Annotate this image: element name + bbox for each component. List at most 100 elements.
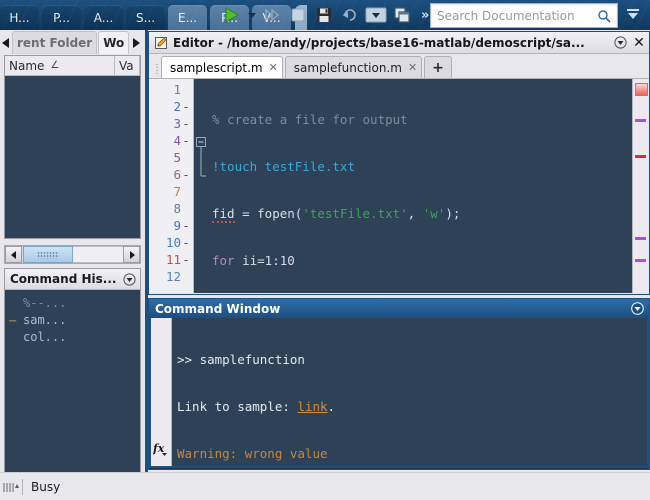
fold-markers-icon	[196, 137, 206, 177]
code-line-4[interactable]: for ii=1:10	[210, 252, 632, 269]
gutter-line: 7	[149, 183, 193, 200]
command-window-title-bar: Command Window	[149, 299, 649, 318]
line-number: 12	[165, 269, 181, 284]
command-window-title: Command Window	[155, 301, 281, 316]
hscroll-thumb[interactable]	[23, 246, 73, 263]
exec-marker[interactable]: -	[181, 252, 191, 267]
code-line-1-text: % create a file for output	[212, 112, 408, 127]
line-number: 3	[173, 116, 181, 131]
command-history-options-button[interactable]	[123, 272, 140, 286]
code-marker-strip[interactable]	[632, 79, 649, 293]
hyperlink[interactable]: link	[297, 399, 327, 414]
tabbar-grip[interactable]	[153, 60, 161, 78]
toolstrip-collapse-button[interactable]	[623, 4, 643, 24]
tab-samplefunction[interactable]: samplefunction.m ✕	[284, 56, 423, 78]
workspace-table-body[interactable]	[5, 76, 140, 238]
output-text: >> samplefunction	[177, 352, 305, 367]
exec-marker[interactable]: -	[181, 235, 191, 250]
matlab-ide-window: H... P... A... S... E... P... V...	[0, 0, 650, 500]
resize-grip-icon[interactable]	[0, 480, 22, 494]
list-item[interactable]: col...	[5, 328, 140, 345]
search-input-placeholder: Search Documentation	[437, 8, 575, 23]
close-icon[interactable]: ✕	[408, 61, 417, 74]
ribbon-tab-apps[interactable]: A...	[84, 5, 123, 30]
stop-button[interactable]	[285, 2, 311, 28]
exec-marker[interactable]: -	[181, 167, 191, 182]
code-line-1[interactable]: % create a file for output	[210, 111, 632, 128]
code-line-2[interactable]: !touch testFile.txt	[210, 158, 632, 175]
undo-button[interactable]	[337, 2, 363, 28]
command-window-output[interactable]: >> samplefunction Link to sample: link. …	[172, 318, 647, 500]
command-window-panel: Command Window fx >> samplefunction Link…	[148, 298, 650, 500]
command-output-line: >> samplefunction	[177, 351, 647, 368]
run-button[interactable]	[218, 2, 244, 28]
save-button[interactable]	[311, 2, 337, 28]
marker-warning[interactable]	[635, 259, 646, 262]
copy-windows-button[interactable]	[389, 2, 415, 28]
run-advance-button[interactable]	[259, 2, 285, 28]
marker-error[interactable]	[635, 155, 646, 158]
gutter-line: 3-	[149, 115, 193, 132]
sidebar-item-workspace[interactable]: Wo	[98, 31, 130, 54]
exec-marker[interactable]: -	[181, 99, 191, 114]
column-header-value[interactable]: Va	[115, 56, 140, 75]
status-bar: Busy	[0, 472, 650, 500]
command-window-gutter: fx	[151, 318, 172, 466]
command-window-body[interactable]: fx >> samplefunction Link to sample: lin…	[149, 318, 649, 500]
marker-warning[interactable]	[635, 237, 646, 240]
search-documentation-field[interactable]: Search Documentation	[430, 3, 618, 28]
gutter-line: 8	[149, 200, 193, 217]
line-number: 2	[173, 99, 181, 114]
command-output-line: Warning: wrong value	[177, 445, 647, 462]
close-icon[interactable]: ✕	[269, 61, 278, 74]
code-editor-area[interactable]: 1 2- 3- 4- 5 6- 7 8 9- 10- 11- 12 % crea…	[149, 79, 649, 293]
editor-close-button[interactable]: ✕	[629, 35, 649, 51]
editor-minimize-button[interactable]	[611, 36, 629, 49]
triangle-left-icon	[2, 37, 9, 48]
gutter-line: 12	[149, 268, 193, 285]
code-fold-column[interactable]	[194, 79, 210, 293]
exec-marker[interactable]: -	[181, 116, 191, 131]
history-text: sam...	[23, 312, 67, 327]
caret-down-circle-icon	[613, 36, 627, 49]
marker-warning[interactable]	[635, 119, 646, 122]
floppy-disk-icon	[317, 8, 331, 22]
panel-tab-scroll-left-button[interactable]	[0, 32, 12, 54]
fx-icon[interactable]: fx	[152, 441, 169, 460]
workspace-horizontal-scrollbar[interactable]	[4, 245, 141, 264]
list-item[interactable]: %--...	[5, 294, 140, 311]
line-number: 7	[173, 184, 181, 199]
editor-title-bar: Editor - /home/andy/projects/base16-matl…	[149, 32, 649, 54]
code-text[interactable]: % create a file for output !touch testFi…	[210, 79, 632, 293]
editor-document-tabs: samplescript.m ✕ samplefunction.m ✕ +	[149, 54, 649, 79]
run-dropdown-button[interactable]	[244, 2, 259, 28]
sidebar-item-current-folder[interactable]: rent Folder	[12, 31, 98, 54]
layout-dropdown-button[interactable]	[363, 2, 389, 28]
tab-samplefunction-label: samplefunction.m	[293, 60, 402, 75]
ribbon-tab-shortcuts[interactable]: S...	[126, 5, 165, 30]
line-number: 9	[173, 218, 181, 233]
caret-down-circle-icon	[631, 302, 644, 315]
list-item[interactable]: — sam...	[5, 311, 140, 328]
command-window-options-button[interactable]	[631, 302, 649, 315]
gutter-line: 2-	[149, 98, 193, 115]
column-header-name[interactable]: Name ∠	[5, 56, 115, 75]
new-tab-button[interactable]: +	[424, 56, 452, 78]
tab-samplescript[interactable]: samplescript.m ✕	[161, 56, 283, 78]
exec-marker[interactable]: -	[181, 133, 191, 148]
hscroll-track[interactable]	[73, 246, 123, 263]
exec-marker[interactable]: -	[181, 218, 191, 233]
ribbon-tab-plots[interactable]: P...	[42, 5, 81, 30]
workspace-table[interactable]: Name ∠ Va	[4, 55, 141, 239]
command-history-list[interactable]: %--... — sam... col...	[5, 290, 140, 345]
ribbon-tab-home[interactable]: H...	[0, 5, 39, 30]
hscroll-right-button[interactable]	[123, 246, 140, 263]
code-analyzer-status-icon[interactable]	[635, 83, 648, 96]
status-text: Busy	[31, 480, 61, 494]
ribbon-tab-editor[interactable]: E...	[168, 5, 207, 30]
code-line-3[interactable]: fid = fopen('testFile.txt', 'w');	[210, 205, 632, 223]
panel-tab-scroll-right-button[interactable]	[130, 32, 142, 54]
gutter-line: 6-	[149, 166, 193, 183]
hscroll-left-button[interactable]	[5, 246, 22, 263]
gutter-line: 4-	[149, 132, 193, 149]
